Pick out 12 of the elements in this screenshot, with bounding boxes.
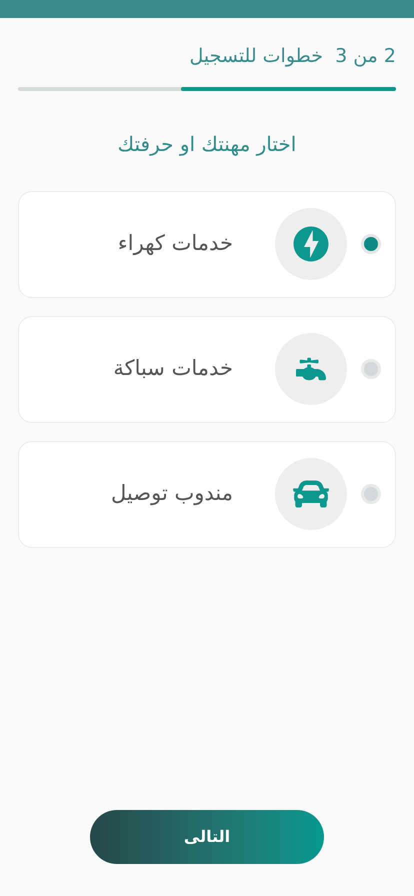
radio-button[interactable] <box>361 359 381 379</box>
option-card[interactable]: خدمات كهراء <box>18 190 396 298</box>
option-label: خدمات سباكة <box>113 355 233 382</box>
option-card[interactable]: خدمات سباكة <box>18 316 396 422</box>
radio-button[interactable] <box>361 484 381 504</box>
option-label: مندوب توصيل <box>111 480 233 508</box>
step-indicator: 2 من 3 خطوات للتسجيل <box>188 44 396 69</box>
option-label: خدمات كهراء <box>118 230 233 258</box>
next-button[interactable]: التالى <box>90 810 324 864</box>
page-title: اختار مهنتك او حرفتك <box>116 130 298 158</box>
radio-button[interactable] <box>361 234 381 254</box>
option-card[interactable]: مندوب توصيل <box>18 440 396 548</box>
